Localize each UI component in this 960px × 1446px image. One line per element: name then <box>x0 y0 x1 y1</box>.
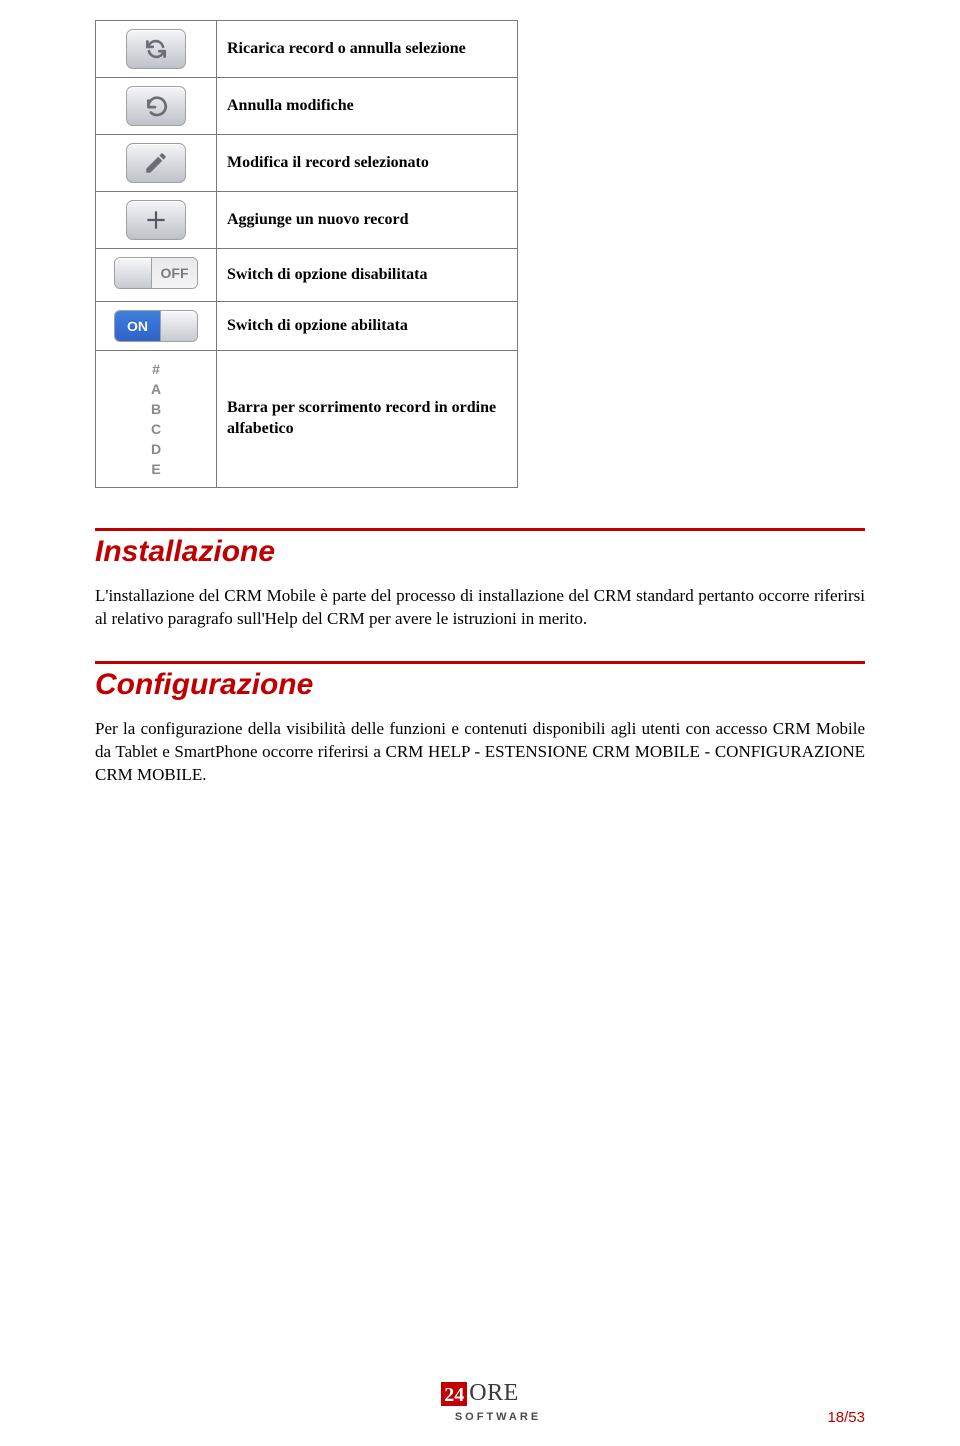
icon-description: Switch di opzione disabilitata <box>217 249 518 302</box>
undo-icon <box>126 86 186 126</box>
table-row: OFF Switch di opzione disabilitata <box>96 249 518 302</box>
icon-cell <box>96 192 217 249</box>
section-heading-install: Installazione <box>95 535 865 569</box>
icon-description: Barra per scorrimento record in ordine a… <box>217 351 518 488</box>
section-text-config: Per la configurazione della visibilità d… <box>95 718 865 787</box>
table-row: Ricarica record o annulla selezione <box>96 21 518 78</box>
table-row: Annulla modifiche <box>96 78 518 135</box>
icon-legend-table: Ricarica record o annulla selezione Annu… <box>95 20 518 488</box>
switch-label: OFF <box>152 258 197 288</box>
add-icon <box>126 200 186 240</box>
section-divider <box>95 528 865 531</box>
icon-cell <box>96 78 217 135</box>
table-row: Modifica il record selezionato <box>96 135 518 192</box>
icon-cell <box>96 21 217 78</box>
icon-cell: OFF <box>96 249 217 302</box>
switch-on-icon: ON <box>114 310 198 342</box>
page-footer: 24 ORE SOFTWARE 18/53 <box>95 1381 865 1426</box>
icon-description: Aggiunge un nuovo record <box>217 192 518 249</box>
logo-text: ORE <box>469 1381 519 1406</box>
reload-icon <box>126 29 186 69</box>
icon-description: Ricarica record o annulla selezione <box>217 21 518 78</box>
icon-cell: ON <box>96 302 217 351</box>
switch-off-icon: OFF <box>114 257 198 289</box>
icon-description: Annulla modifiche <box>217 78 518 135</box>
icon-description: Modifica il record selezionato <box>217 135 518 192</box>
icon-cell <box>96 135 217 192</box>
brand-logo: 24 ORE <box>95 1381 865 1406</box>
icon-description: Switch di opzione abilitata <box>217 302 518 351</box>
icon-cell: # A B C D E <box>96 351 217 488</box>
section-text-install: L'installazione del CRM Mobile è parte d… <box>95 585 865 631</box>
edit-icon <box>126 143 186 183</box>
section-heading-config: Configurazione <box>95 668 865 702</box>
table-row: Aggiunge un nuovo record <box>96 192 518 249</box>
table-row: ON Switch di opzione abilitata <box>96 302 518 351</box>
logo-square: 24 <box>441 1382 467 1406</box>
section-divider <box>95 661 865 664</box>
alpha-index-icon: # A B C D E <box>151 359 161 479</box>
switch-label: ON <box>115 311 160 341</box>
table-row: # A B C D E Barra per scorrimento record… <box>96 351 518 488</box>
